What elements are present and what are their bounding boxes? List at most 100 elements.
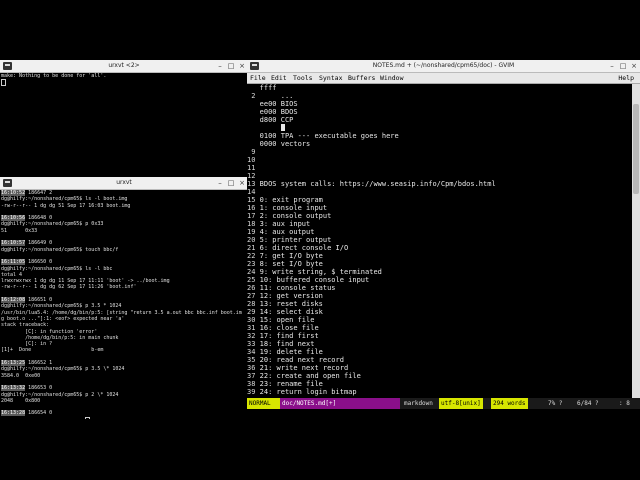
- editor-line: 2 ...: [247, 92, 632, 100]
- menu-buffers[interactable]: Buffers: [348, 73, 375, 83]
- close-icon[interactable]: ×: [238, 62, 246, 70]
- terminal-text: -rw-r--r-- 1 dg dg 62 Sep 17 11:26 'boot…: [1, 284, 137, 291]
- terminal-window-top[interactable]: urxvt <2> – □ × make: Nothing to be done…: [0, 60, 248, 176]
- line-text: 14: select disk: [259, 308, 323, 316]
- terminal-text: 51 0x33: [1, 227, 38, 234]
- line-number: 35: [247, 356, 260, 364]
- menu-help[interactable]: Help: [618, 73, 634, 83]
- terminal-text: dg@hilfy:~/nonshared/cpm65$ p 0x33: [1, 221, 104, 228]
- maximize-icon[interactable]: □: [619, 62, 627, 70]
- editor-line: 25 10: buffered console input: [247, 276, 632, 284]
- menu-tools[interactable]: Tools: [293, 73, 313, 83]
- editor-line: 27 12: get version: [247, 292, 632, 300]
- menu-window[interactable]: Window: [380, 73, 403, 83]
- line-text: 5: printer output: [259, 236, 332, 244]
- terminal-text: g boot.o ..."]:1: <eof> expected near 'a…: [1, 315, 125, 322]
- editor-line: 10: [247, 156, 632, 164]
- prompt-timestamp: 16:10:56: [1, 215, 26, 222]
- line-text: 10: buffered console input: [259, 276, 370, 284]
- line-number: 13: [247, 180, 260, 188]
- line-text: 7: get I/O byte: [259, 252, 323, 260]
- line-number: 33: [247, 340, 260, 348]
- minimize-icon[interactable]: –: [216, 62, 224, 70]
- line-number: 39: [247, 388, 260, 396]
- line-text: 0000 vectors: [259, 140, 311, 148]
- terminal-text: 186649 0: [25, 240, 53, 247]
- terminal-text: 186654 0: [25, 410, 53, 417]
- prompt-timestamp: 16:12:08: [1, 297, 26, 304]
- editor-text-area[interactable]: ffff 2 ... ee00 BIOS e000 BDOS d800 CCP …: [247, 84, 632, 398]
- title-bar[interactable]: urxvt <2> – □ ×: [0, 60, 248, 73]
- minimize-icon[interactable]: –: [216, 179, 224, 187]
- editor-line: e000 BDOS: [247, 108, 632, 116]
- line-number: 32: [247, 332, 260, 340]
- terminal-text: 2048 0x800: [1, 397, 41, 404]
- terminal-window-bottom[interactable]: urxvt – □ × 16:10:52 186647 2 dg@hilfy:~/…: [0, 177, 248, 419]
- line-number: [247, 116, 260, 124]
- editor-line: 39 24: return login bitmap: [247, 388, 632, 396]
- line-text: 24: return login bitmap: [259, 388, 357, 396]
- prompt-timestamp: 16:13:32: [1, 385, 26, 392]
- editor-line: 38 23: rename file: [247, 380, 632, 388]
- line-text: 22: create and open file: [259, 372, 361, 380]
- terminal-cursor-line: [1, 79, 248, 87]
- terminal-text: [C]: in function 'error': [1, 328, 98, 335]
- scrollbar-thumb[interactable]: [633, 104, 639, 194]
- terminal-text: dg@hilfy:~/nonshared/cpm65$ ls -l boot.i…: [1, 196, 128, 203]
- prompt-timestamp: 16:11:05: [1, 259, 26, 266]
- terminal-text: -rw-r--r-- 1 dg dg 51 Sep 17 16:03 boot.…: [1, 202, 131, 209]
- editor-line: 31 16: close file: [247, 324, 632, 332]
- terminal-text: [1]+ Done b-em: [1, 347, 104, 354]
- line-number: [247, 108, 260, 116]
- maximize-icon[interactable]: □: [227, 179, 235, 187]
- line-number: [247, 140, 260, 148]
- close-icon[interactable]: ×: [630, 62, 638, 70]
- menu-file[interactable]: File: [250, 73, 266, 83]
- menu-syntax[interactable]: Syntax: [319, 73, 342, 83]
- line-text: 2: console output: [259, 212, 332, 220]
- vertical-scrollbar[interactable]: [632, 84, 640, 398]
- line-number: 30: [247, 316, 260, 324]
- title-bar[interactable]: urxvt – □ ×: [0, 177, 248, 190]
- editor-line: 15 0: exit program: [247, 196, 632, 204]
- prompt-timestamp: 16:10:57: [1, 240, 26, 247]
- terminal-text: dg@hilfy:~/nonshared/cpm65$ ls -l bbc: [1, 265, 113, 272]
- menu-edit[interactable]: Edit: [271, 73, 287, 83]
- terminal-output[interactable]: 16:10:52 186647 2 dg@hilfy:~/nonshared/cp…: [1, 190, 248, 419]
- line-number: [247, 100, 260, 108]
- editor-line: 21 6: direct console I/O: [247, 244, 632, 252]
- terminal-output[interactable]: make: Nothing to be done for 'all'.: [1, 73, 248, 176]
- prompt-timestamp: 16:13:25: [1, 360, 26, 367]
- minimize-icon[interactable]: –: [608, 62, 616, 70]
- line-number: 24: [247, 268, 260, 276]
- line-number: 29: [247, 308, 260, 316]
- editor-line: 24 9: write string, $ terminated: [247, 268, 632, 276]
- prompt-timestamp: 16:10:52: [1, 190, 26, 196]
- editor-line: 12: [247, 172, 632, 180]
- terminal-text: dg@hilfy:~/nonshared/cpm65$ p 3.5 \* 102…: [1, 366, 125, 373]
- terminal-text: 186648 0: [25, 215, 53, 222]
- line-number: 20: [247, 236, 260, 244]
- window-title: urxvt <2>: [108, 62, 140, 69]
- line-number: 23: [247, 260, 260, 268]
- title-bar[interactable]: NOTES.md + (~/nonshared/cpm65/doc) - GVI…: [247, 60, 640, 73]
- line-number: 11: [247, 164, 260, 172]
- word-count: 294 words: [491, 398, 528, 409]
- terminal-text: 186647 2: [25, 190, 53, 196]
- terminal-text: dg@hilfy:~/nonshared/cpm65$ p 2 \* 1024: [1, 391, 119, 398]
- terminal-text: 3584.0 0xe00: [1, 372, 41, 379]
- editor-line: 22 7: get I/O byte: [247, 252, 632, 260]
- text-cursor: [85, 416, 91, 419]
- editor-line: 30 15: open file: [247, 316, 632, 324]
- line-number: 16: [247, 204, 260, 212]
- editor-line: 29 14: select disk: [247, 308, 632, 316]
- terminal-text: 186652 1: [25, 360, 53, 367]
- line-text: 8: set I/O byte: [259, 260, 323, 268]
- close-icon[interactable]: ×: [238, 179, 246, 187]
- line-text: 19: delete file: [259, 348, 323, 356]
- line-text: 1: console input: [259, 204, 328, 212]
- terminal-text: [C]: in ?: [1, 341, 53, 348]
- line-number: 37: [247, 372, 260, 380]
- maximize-icon[interactable]: □: [227, 62, 235, 70]
- gvim-window[interactable]: NOTES.md + (~/nonshared/cpm65/doc) - GVI…: [247, 60, 640, 409]
